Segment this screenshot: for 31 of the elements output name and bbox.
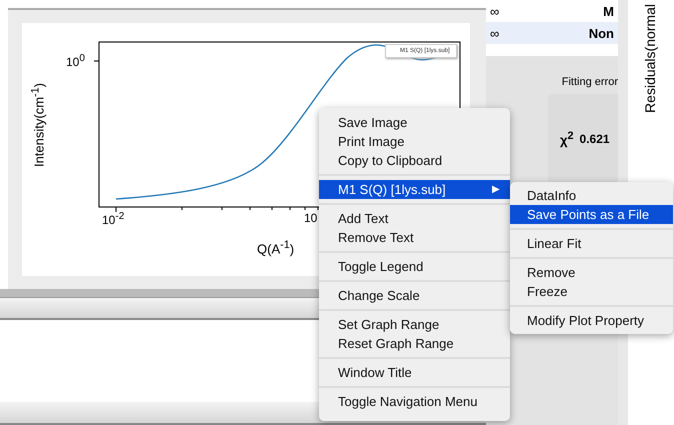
- tick-label: 10$^{0}$: [66, 53, 85, 69]
- axis-label: Q(A$^{-1}$): [257, 239, 294, 256]
- table-row[interactable]: ∞ Non: [486, 22, 618, 44]
- chi-square-symbol: χ$^{2}$: [560, 130, 574, 148]
- menu-item[interactable]: Remove Text: [319, 228, 510, 247]
- menu-item[interactable]: Add Text: [319, 209, 510, 228]
- menu-item[interactable]: Window Title: [319, 363, 510, 382]
- table-cell: M: [603, 4, 614, 18]
- menu-item[interactable]: Save Points as a File: [510, 205, 673, 224]
- tick-label: 10$^{-2}$: [102, 211, 124, 227]
- menu-item[interactable]: Set Graph Range: [319, 315, 510, 334]
- menu-item[interactable]: M1 S(Q) [1lys.sub] ▶: [319, 180, 510, 199]
- menu-item[interactable]: Linear Fit: [510, 234, 673, 253]
- tick-label: 10: [304, 211, 318, 225]
- menu-item[interactable]: Remove: [510, 263, 673, 282]
- menu-item[interactable]: Copy to Clipboard: [319, 151, 510, 170]
- table-cell: ∞: [490, 4, 500, 18]
- table-cell: Non: [588, 26, 614, 40]
- menu-item[interactable]: Toggle Navigation Menu: [319, 392, 510, 411]
- menu-item[interactable]: Modify Plot Property: [510, 311, 673, 330]
- menu-item[interactable]: Toggle Legend: [319, 257, 510, 276]
- menu-item[interactable]: Change Scale: [319, 286, 510, 305]
- menu-item[interactable]: Reset Graph Range: [319, 334, 510, 353]
- menu-item[interactable]: DataInfo: [510, 186, 673, 205]
- menu-item[interactable]: Freeze: [510, 282, 673, 301]
- table-cell: ∞: [490, 26, 500, 40]
- menu-item[interactable]: Save Image: [319, 113, 510, 132]
- fitting-error-label: Fitting error: [562, 76, 618, 88]
- menu-item[interactable]: Print Image: [319, 132, 510, 151]
- chi-square-value: 0.621: [580, 132, 610, 146]
- axis-label: Residuals(normal: [642, 4, 658, 113]
